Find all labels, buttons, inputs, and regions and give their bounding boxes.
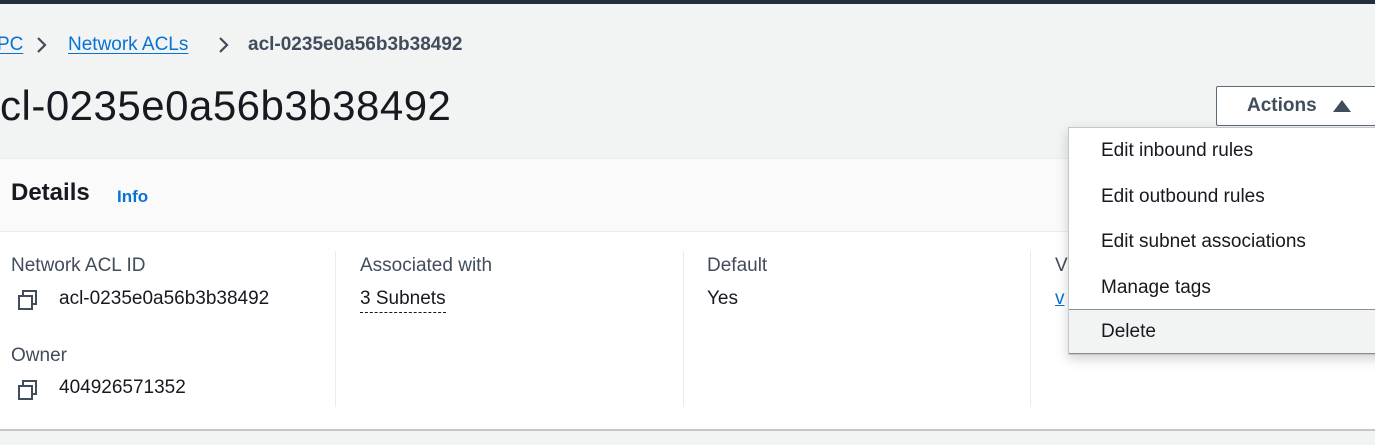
chevron-right-icon — [34, 36, 50, 54]
default-label: Default — [707, 255, 768, 276]
breadcrumb-network-acls-link[interactable]: Network ACLs — [68, 34, 188, 55]
actions-button-label: Actions — [1247, 95, 1317, 116]
breadcrumb-current: acl-0235e0a56b3b38492 — [248, 34, 463, 55]
copy-icon[interactable] — [17, 289, 39, 311]
column-divider — [683, 251, 684, 407]
menu-item-edit-inbound-rules[interactable]: Edit inbound rules — [1069, 128, 1375, 173]
owner-value: 404926571352 — [59, 377, 186, 398]
menu-item-edit-subnet-associations[interactable]: Edit subnet associations — [1069, 219, 1375, 264]
associated-subnets-link[interactable]: 3 Subnets — [360, 288, 446, 313]
vpc-id-link[interactable]: v — [1055, 288, 1065, 310]
associated-with-label: Associated with — [360, 255, 493, 276]
network-acl-id-label: Network ACL ID — [11, 255, 146, 276]
info-link[interactable]: Info — [117, 187, 148, 207]
menu-item-manage-tags[interactable]: Manage tags — [1069, 265, 1375, 310]
owner-label: Owner — [11, 345, 67, 366]
default-value: Yes — [707, 288, 738, 309]
actions-dropdown-menu: Edit inbound rules Edit outbound rules E… — [1068, 127, 1375, 355]
chevron-right-icon — [216, 36, 232, 54]
vpc-id-label: V — [1055, 255, 1068, 276]
details-title: Details — [11, 179, 90, 206]
page-title: cl-0235e0a56b3b38492 — [0, 82, 452, 129]
column-divider — [335, 251, 336, 407]
column-divider — [1030, 251, 1031, 407]
actions-button[interactable]: Actions — [1216, 86, 1375, 126]
menu-item-edit-outbound-rules[interactable]: Edit outbound rules — [1069, 174, 1375, 219]
top-navigation-bar — [0, 0, 1375, 4]
network-acl-id-value: acl-0235e0a56b3b38492 — [59, 288, 270, 309]
page-background — [0, 431, 1375, 445]
menu-item-delete[interactable]: Delete — [1069, 309, 1375, 354]
breadcrumb-vpc-link[interactable]: PC — [0, 34, 23, 55]
caret-up-icon — [1332, 100, 1351, 112]
copy-icon[interactable] — [17, 379, 39, 401]
